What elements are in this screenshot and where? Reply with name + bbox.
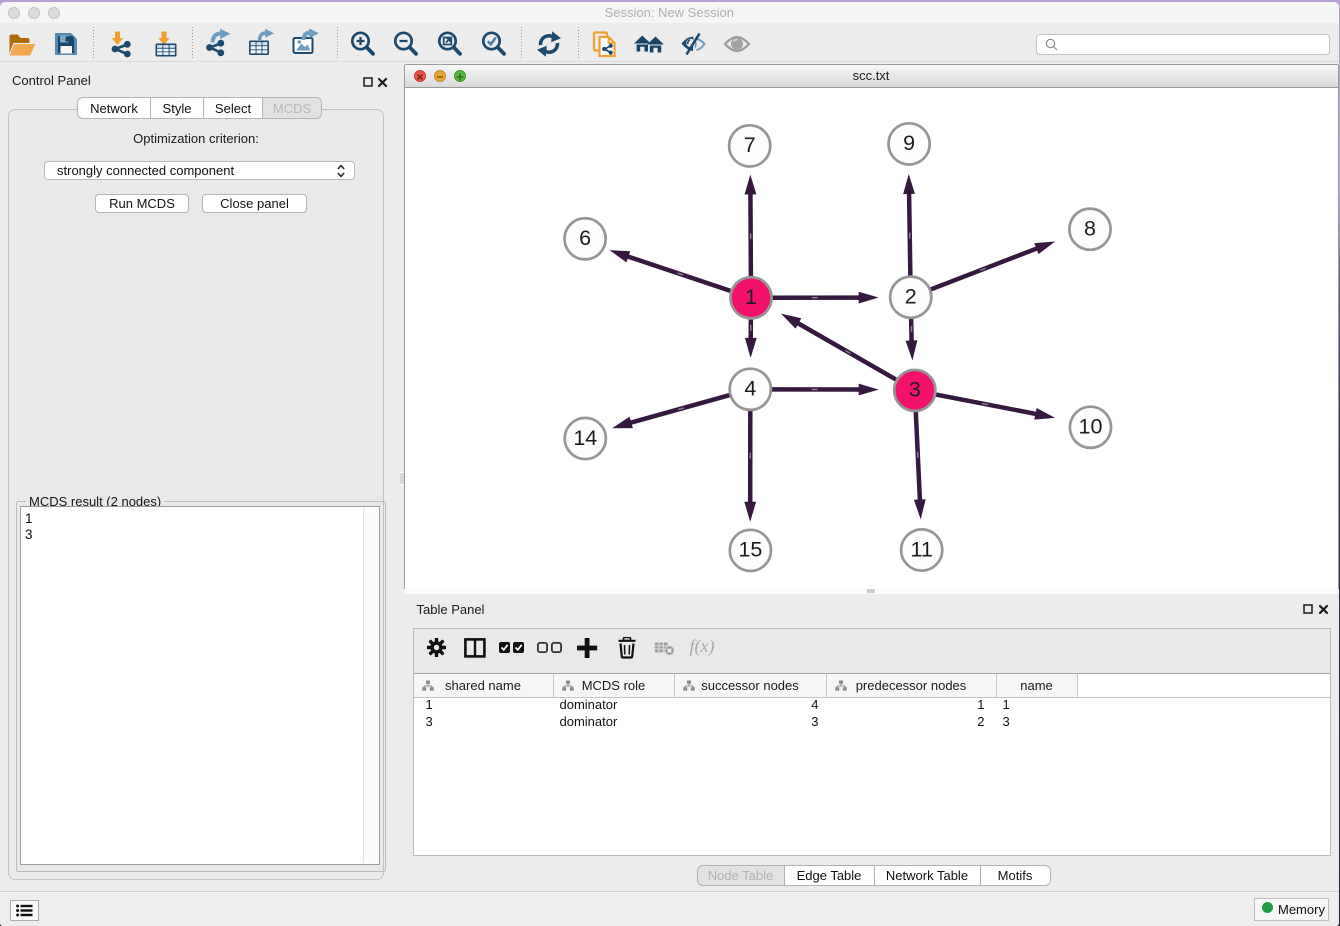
svg-text:1: 1	[745, 285, 757, 309]
svg-text:8: 8	[1084, 217, 1096, 241]
svg-text:7: 7	[744, 133, 756, 157]
svg-text:14: 14	[573, 426, 597, 450]
svg-text:6: 6	[579, 226, 591, 250]
svg-text:10: 10	[1079, 415, 1103, 439]
svg-text:11: 11	[911, 537, 933, 561]
svg-text:9: 9	[903, 131, 915, 155]
svg-text:4: 4	[744, 377, 756, 401]
svg-text:2: 2	[905, 285, 917, 309]
svg-text:3: 3	[909, 378, 921, 402]
svg-text:15: 15	[738, 538, 762, 562]
